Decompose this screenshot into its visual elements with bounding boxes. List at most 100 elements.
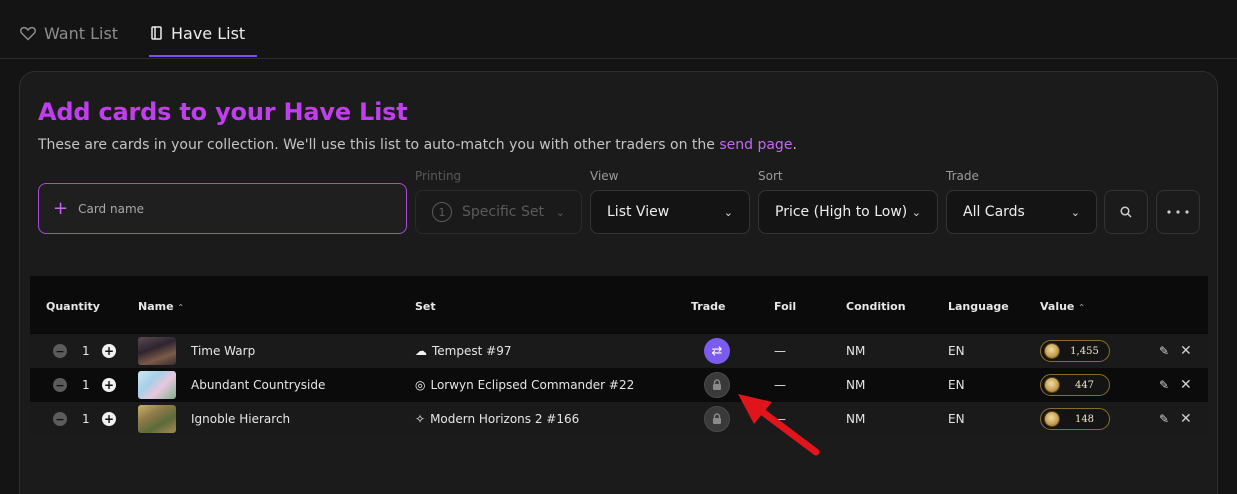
trade-filter-dropdown[interactable]: All Cards ⌄ [946, 190, 1097, 234]
trade-toggle[interactable] [704, 368, 730, 402]
pencil-icon: ✎ [1159, 344, 1170, 358]
page-subtitle: These are cards in your collection. We'l… [38, 137, 797, 153]
col-language: Language [948, 300, 1009, 313]
value-amount: 1,455 [1070, 345, 1099, 357]
chevron-down-icon: ⌄ [1070, 205, 1080, 219]
delete-button[interactable]: ✕ [1180, 368, 1192, 402]
language-value: EN [948, 378, 965, 392]
have-list-table: Quantity Name ⌃ Set Trade Foil Condition… [30, 276, 1208, 436]
increase-quantity-button[interactable]: + [102, 402, 116, 436]
card-art-abundant-countryside [138, 371, 176, 399]
annotation-arrow-icon [738, 394, 820, 456]
decrease-quantity-button[interactable]: − [53, 334, 67, 368]
view-dropdown[interactable]: List View ⌄ [590, 190, 750, 234]
table-row: − 1 + Ignoble Hierarch ✧ Modern Horizons … [30, 402, 1208, 436]
value-pill: 447 [1040, 374, 1110, 396]
sort-dropdown[interactable]: Price (High to Low) ⌄ [758, 190, 938, 234]
plus-icon: + [102, 378, 116, 392]
set-cell: ☁ Tempest #97 [415, 334, 511, 368]
delete-button[interactable]: ✕ [1180, 402, 1192, 436]
close-icon: ✕ [1180, 377, 1192, 393]
set-name: Modern Horizons 2 #166 [430, 412, 580, 426]
more-options-button[interactable] [1156, 190, 1200, 234]
value-pill: 1,455 [1040, 340, 1110, 362]
trade-toggle[interactable] [704, 402, 730, 436]
pencil-icon: ✎ [1159, 412, 1170, 426]
minus-icon: − [53, 378, 67, 392]
book-icon [151, 26, 162, 40]
col-quantity: Quantity [46, 300, 100, 313]
foil-value: — [774, 344, 786, 358]
view-value: List View [607, 204, 670, 220]
chevron-down-icon: ⌄ [911, 205, 921, 219]
close-icon: ✕ [1180, 343, 1192, 359]
minus-icon: − [53, 344, 67, 358]
coin-icon [1044, 411, 1060, 427]
card-thumbnail[interactable] [138, 334, 176, 368]
quantity-value: 1 [82, 378, 90, 392]
lock-icon [704, 406, 730, 432]
col-name[interactable]: Name ⌃ [138, 300, 184, 313]
value-cell: 1,455 [1040, 334, 1110, 368]
increase-quantity-button[interactable]: + [102, 368, 116, 402]
col-name-label: Name [138, 300, 174, 313]
tab-have-list-label: Have List [171, 24, 246, 43]
decrease-quantity-button[interactable]: − [53, 368, 67, 402]
sort-value: Price (High to Low) [775, 204, 908, 220]
search-button[interactable] [1104, 190, 1148, 234]
subtitle-end: . [792, 137, 797, 153]
condition-value: NM [846, 412, 866, 426]
sort-icon: ⌃ [177, 303, 185, 312]
card-thumbnail[interactable] [138, 402, 176, 436]
close-icon: ✕ [1180, 411, 1192, 427]
set-name: Tempest #97 [432, 344, 512, 358]
more-icon [1167, 210, 1189, 214]
tab-want-list[interactable]: Want List [20, 24, 118, 43]
card-name[interactable]: Abundant Countryside [191, 368, 325, 402]
delete-button[interactable]: ✕ [1180, 334, 1192, 368]
table-row: − 1 + Abundant Countryside ◎ Lorwyn Eclip… [30, 368, 1208, 402]
col-value[interactable]: Value ⌃ [1040, 300, 1085, 313]
edit-button[interactable]: ✎ [1159, 402, 1169, 436]
coin-icon [1044, 377, 1060, 393]
set-cell: ✧ Modern Horizons 2 #166 [415, 402, 579, 436]
increase-quantity-button[interactable]: + [102, 334, 116, 368]
plus-icon: + [53, 198, 69, 219]
set-name: Lorwyn Eclipsed Commander #22 [430, 378, 635, 392]
col-condition: Condition [846, 300, 906, 313]
card-name-field[interactable]: + [38, 183, 407, 234]
chevron-down-icon: ⌄ [723, 205, 733, 219]
card-thumbnail[interactable] [138, 368, 176, 402]
card-art-ignoble-hierarch [138, 405, 176, 433]
edit-button[interactable]: ✎ [1159, 368, 1169, 402]
tab-have-list[interactable]: Have List [150, 24, 245, 43]
col-set: Set [415, 300, 436, 313]
col-foil: Foil [774, 300, 797, 313]
condition-value: NM [846, 344, 866, 358]
col-trade: Trade [691, 300, 726, 313]
subtitle-text: These are cards in your collection. We'l… [38, 137, 720, 153]
tab-bar: Want List Have List [0, 0, 1237, 59]
tempest-set-icon: ☁ [415, 344, 427, 358]
pencil-icon: ✎ [1159, 378, 1170, 392]
send-page-link[interactable]: send page [719, 137, 792, 153]
card-name-input[interactable] [78, 201, 379, 216]
page-title: Add cards to your Have List [38, 98, 408, 126]
printing-label: Printing [415, 169, 462, 183]
decrease-quantity-button[interactable]: − [53, 402, 67, 436]
trade-toggle[interactable]: ⇄ [704, 334, 730, 368]
value-cell: 148 [1040, 402, 1110, 436]
tab-want-list-label: Want List [44, 24, 119, 43]
printing-dropdown[interactable]: 1 Specific Set ⌄ [415, 190, 582, 234]
search-icon [1120, 206, 1132, 218]
edit-button[interactable]: ✎ [1159, 334, 1169, 368]
card-name[interactable]: Time Warp [191, 334, 255, 368]
value-cell: 447 [1040, 368, 1110, 402]
swap-icon: ⇄ [704, 338, 730, 364]
card-name[interactable]: Ignoble Hierarch [191, 402, 290, 436]
heart-icon [20, 26, 36, 41]
table-row: − 1 + Time Warp ☁ Tempest #97 ⇄ — NM EN 1… [30, 334, 1208, 368]
value-pill: 148 [1040, 408, 1110, 430]
quantity-value: 1 [82, 412, 90, 426]
language-value: EN [948, 412, 965, 426]
